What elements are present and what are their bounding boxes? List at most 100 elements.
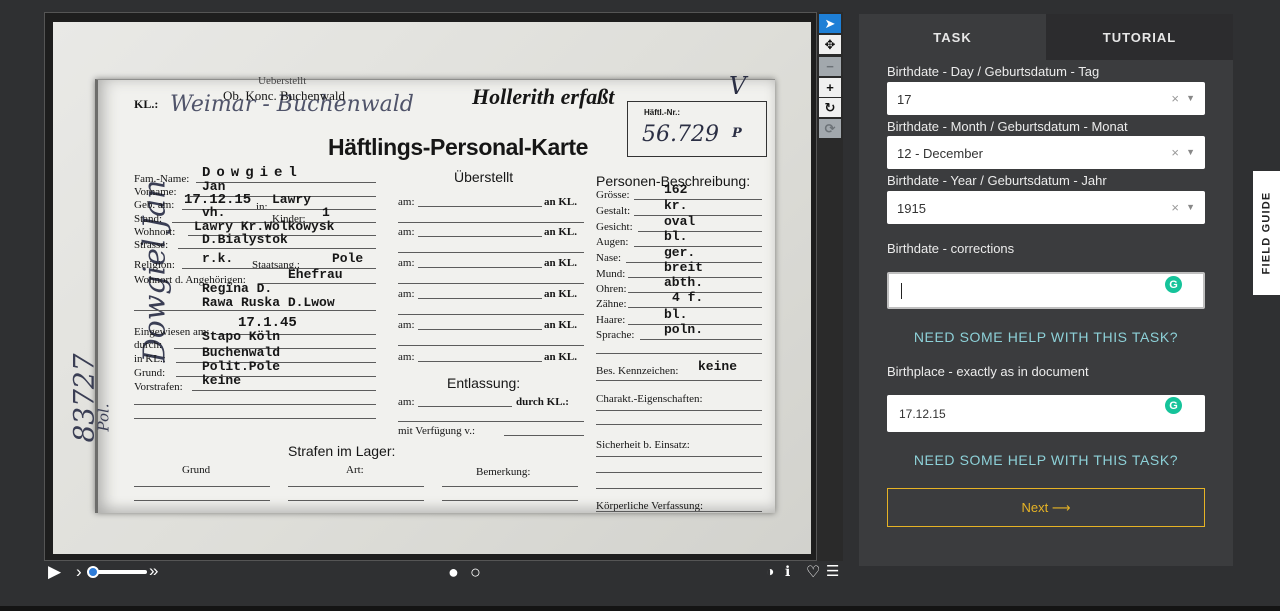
am-label: am: — [398, 226, 415, 238]
favorite-icon[interactable]: ♡ — [806, 562, 820, 582]
bes-kennzeichen-label: Bes. Kennzeichen: — [596, 365, 679, 377]
field-value: r.k. — [202, 251, 234, 266]
art-column: Art: — [346, 464, 364, 476]
desc-label: Gestalt: — [596, 205, 631, 217]
an-kl-label: an KL. — [544, 196, 578, 208]
desc-value: abth. — [664, 275, 704, 290]
top-stamp: Ueberstellt — [258, 75, 307, 87]
page-bottom-bar — [0, 606, 1280, 611]
zoom-in-button[interactable]: + — [819, 78, 841, 97]
kl-label: KL.: — [134, 97, 159, 111]
rotate-button[interactable]: ↻ — [819, 98, 841, 117]
desc-label: Sprache: — [596, 329, 635, 341]
birthdate-year-select[interactable]: 1915 × ▼ — [887, 191, 1205, 224]
charakt-label: Charakt.-Eigenschaften: — [596, 393, 703, 405]
field-value: Polit.Pole — [202, 359, 281, 374]
mit-verfuegung-label: mit Verfügung v.: — [398, 425, 475, 437]
haeftl-label: Häftl.-Nr.: — [644, 108, 680, 117]
desc-value: kr. — [664, 198, 688, 213]
birthdate-month-select[interactable]: 12 - December × ▼ — [887, 136, 1205, 169]
desc-label: Nase: — [596, 252, 622, 264]
field-label: Grund: — [134, 367, 166, 379]
an-kl-label: an KL. — [544, 351, 578, 363]
select-value: 12 - December — [897, 146, 983, 161]
clear-icon[interactable]: × — [1171, 91, 1179, 106]
move-tool-button[interactable]: ✥ — [819, 35, 841, 54]
field-guide-label: FIELD GUIDE — [1260, 191, 1273, 275]
help-link[interactable]: NEED SOME HELP WITH THIS TASK? — [887, 452, 1205, 468]
field-label: Geb. am: — [134, 199, 175, 211]
desc-value: oval — [664, 214, 696, 229]
birthdate-day-label: Birthdate - Day / Geburtsdatum - Tag — [887, 64, 1100, 79]
pointer-tool-button[interactable]: ➤ — [819, 14, 841, 33]
frame-dot[interactable]: ○ — [470, 562, 481, 583]
field-label: Wohnort: — [134, 226, 176, 238]
desc-value: poln. — [664, 322, 704, 337]
field-value: 1 — [322, 205, 330, 220]
select-value: 17 — [897, 92, 912, 107]
help-link[interactable]: NEED SOME HELP WITH THIS TASK? — [887, 329, 1205, 345]
collections-icon[interactable]: ☰ — [826, 562, 839, 580]
previous-frame-icon[interactable]: › — [76, 562, 82, 582]
field-value: Lawry — [272, 192, 312, 207]
desc-label: Haare: — [596, 314, 626, 326]
info-icon[interactable]: ℹ — [785, 563, 790, 580]
clear-icon[interactable]: × — [1171, 145, 1179, 160]
am-label: am: — [398, 257, 415, 269]
invert-icon[interactable]: ◑ — [766, 563, 774, 579]
chevron-down-icon[interactable]: ▼ — [1186, 202, 1195, 212]
desc-label: Mund: — [596, 268, 626, 280]
ueberstellt-heading: Überstellt — [454, 169, 514, 185]
field-value: D.Bialystok — [202, 232, 288, 247]
durch-kl-label: durch KL.: — [516, 396, 569, 408]
birthdate-day-select[interactable]: 17 × ▼ — [887, 82, 1205, 115]
frame-dot-active[interactable]: ● — [448, 562, 459, 583]
play-icon[interactable]: ▶ — [48, 562, 61, 582]
zoom-out-button[interactable]: − — [819, 57, 841, 76]
document-scan: Ueberstellt KL.: Weimar - Buchenwald Ob.… — [53, 22, 811, 554]
an-kl-label: an KL. — [544, 226, 578, 238]
desc-label: Zähne: — [596, 298, 627, 310]
grammarly-icon[interactable]: G — [1165, 276, 1182, 293]
desc-label: Ohren: — [596, 283, 627, 295]
bemerkung-column: Bemerkung: — [476, 466, 531, 478]
grammarly-icon[interactable]: G — [1165, 397, 1182, 414]
field-label: in: — [256, 201, 268, 213]
field-label: Vorstrafen: — [134, 381, 183, 393]
prisoner-number: 56.729 — [642, 122, 719, 147]
chevron-down-icon[interactable]: ▼ — [1186, 147, 1195, 157]
frame-rate-slider[interactable] — [91, 570, 147, 574]
check-mark: V — [729, 72, 747, 100]
kl-value: Ob. Konc. Buchenwald — [223, 88, 346, 103]
field-value: Stapo Köln — [202, 329, 281, 344]
prisoner-number-box: Häftl.-Nr.: 56.729 P — [627, 101, 767, 157]
viewer-toolbar: ➤ ✥ − + ↻ ⟳ — [817, 12, 843, 561]
reset-view-button[interactable]: ⟳ — [819, 119, 841, 138]
desc-value: 4 f. — [672, 290, 704, 305]
next-frame-icon[interactable]: » — [149, 561, 158, 581]
birthplace-input[interactable]: 17.12.15 G — [887, 395, 1205, 432]
tab-task[interactable]: TASK — [859, 14, 1046, 60]
subject-image-viewer[interactable]: Ueberstellt KL.: Weimar - Buchenwald Ob.… — [44, 12, 817, 561]
category-mark: P — [732, 126, 742, 141]
field-value: vh. — [202, 205, 226, 220]
an-kl-label: an KL. — [544, 288, 578, 300]
chevron-down-icon[interactable]: ▼ — [1186, 93, 1195, 103]
next-button[interactable]: Next ⟶ — [887, 488, 1205, 527]
an-kl-label: an KL. — [544, 319, 578, 331]
birthdate-corrections-label: Birthdate - corrections — [887, 241, 1015, 256]
desc-value: 162 — [664, 182, 688, 197]
field-value: Rawa Ruska D.Lwow — [202, 295, 335, 310]
frame-rate-slider-handle[interactable] — [87, 566, 99, 578]
hollerith-stamp: Hollerith erfaßt — [472, 84, 615, 109]
field-value: 17.1.45 — [238, 315, 297, 331]
clear-icon[interactable]: × — [1171, 200, 1179, 215]
field-label: Religion: — [134, 259, 175, 271]
am-label: am: — [398, 396, 415, 408]
tab-tutorial[interactable]: TUTORIAL — [1046, 14, 1233, 60]
desc-value: bl. — [664, 229, 688, 244]
task-panel: TASK TUTORIAL Birthdate - Day / Geburtsd… — [859, 14, 1233, 566]
bes-kennzeichen-value: keine — [698, 359, 738, 374]
field-guide-tab[interactable]: FIELD GUIDE — [1253, 171, 1280, 295]
birthdate-corrections-input[interactable]: G — [887, 272, 1205, 309]
